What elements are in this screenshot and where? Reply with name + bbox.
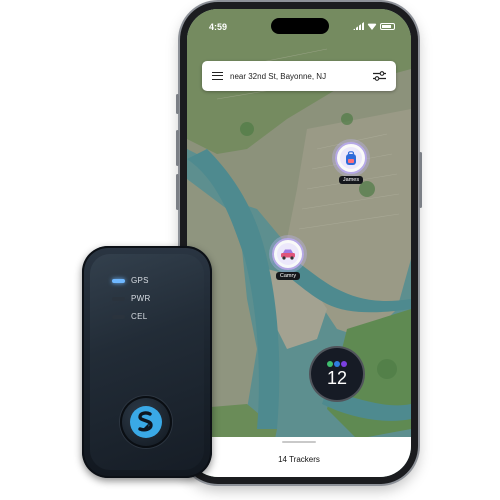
led-icon — [112, 314, 125, 319]
cluster-dot — [327, 361, 333, 367]
marker-label: James — [338, 176, 364, 184]
tracker-cluster-bubble[interactable]: 12 — [309, 346, 365, 402]
phone-screen: 4:59 near 32nd St, Bayonne, NJ James Cam… — [187, 9, 411, 477]
cluster-color-dots — [327, 361, 347, 367]
location-search-bar[interactable]: near 32nd St, Bayonne, NJ — [202, 61, 396, 91]
filter-icon[interactable] — [373, 71, 386, 81]
indicator-cel: CEL — [112, 312, 147, 321]
cluster-dot — [334, 361, 340, 367]
device-face: GPS PWR CEL — [90, 254, 204, 470]
dynamic-island — [271, 18, 329, 34]
cluster-dot — [341, 361, 347, 367]
cluster-count: 12 — [326, 368, 348, 388]
tracker-marker-james[interactable]: James — [335, 142, 367, 184]
marker-inner — [340, 147, 362, 169]
car-icon — [281, 249, 295, 260]
indicator-label: GPS — [131, 276, 149, 285]
marker-ring — [272, 238, 304, 270]
tracker-marker-camry[interactable]: Camry — [272, 238, 304, 280]
sheet-drag-handle[interactable] — [282, 441, 316, 443]
status-time: 4:59 — [209, 22, 228, 32]
indicator-label: CEL — [131, 312, 148, 321]
marker-inner — [277, 243, 299, 265]
backpack-icon — [346, 150, 356, 165]
s-logo-glyph — [138, 411, 153, 432]
indicator-pwr: PWR — [112, 294, 151, 303]
indicator-label: PWR — [131, 294, 151, 303]
gps-tracker-device: GPS PWR CEL — [82, 246, 212, 478]
led-icon — [112, 278, 125, 283]
indicator-gps: GPS — [112, 276, 149, 285]
battery-icon — [380, 22, 395, 30]
led-icon — [112, 296, 125, 301]
trackers-count-label: 14 Trackers — [278, 455, 320, 464]
mute-switch — [176, 94, 179, 114]
s-logo-icon — [130, 406, 162, 438]
signal-icon — [353, 22, 364, 30]
wifi-icon — [367, 23, 377, 30]
marker-label: Camry — [275, 272, 301, 280]
menu-icon[interactable] — [212, 72, 223, 80]
location-text[interactable]: near 32nd St, Bayonne, NJ — [230, 72, 373, 81]
smartphone: 4:59 near 32nd St, Bayonne, NJ James Cam… — [176, 2, 422, 484]
status-icons — [353, 22, 395, 30]
power-button — [419, 152, 422, 208]
trackers-bottom-sheet[interactable]: 14 Trackers — [187, 437, 411, 477]
marker-ring — [335, 142, 367, 174]
device-sos-button[interactable] — [120, 396, 172, 448]
volume-up-button — [176, 130, 179, 166]
volume-down-button — [176, 174, 179, 210]
